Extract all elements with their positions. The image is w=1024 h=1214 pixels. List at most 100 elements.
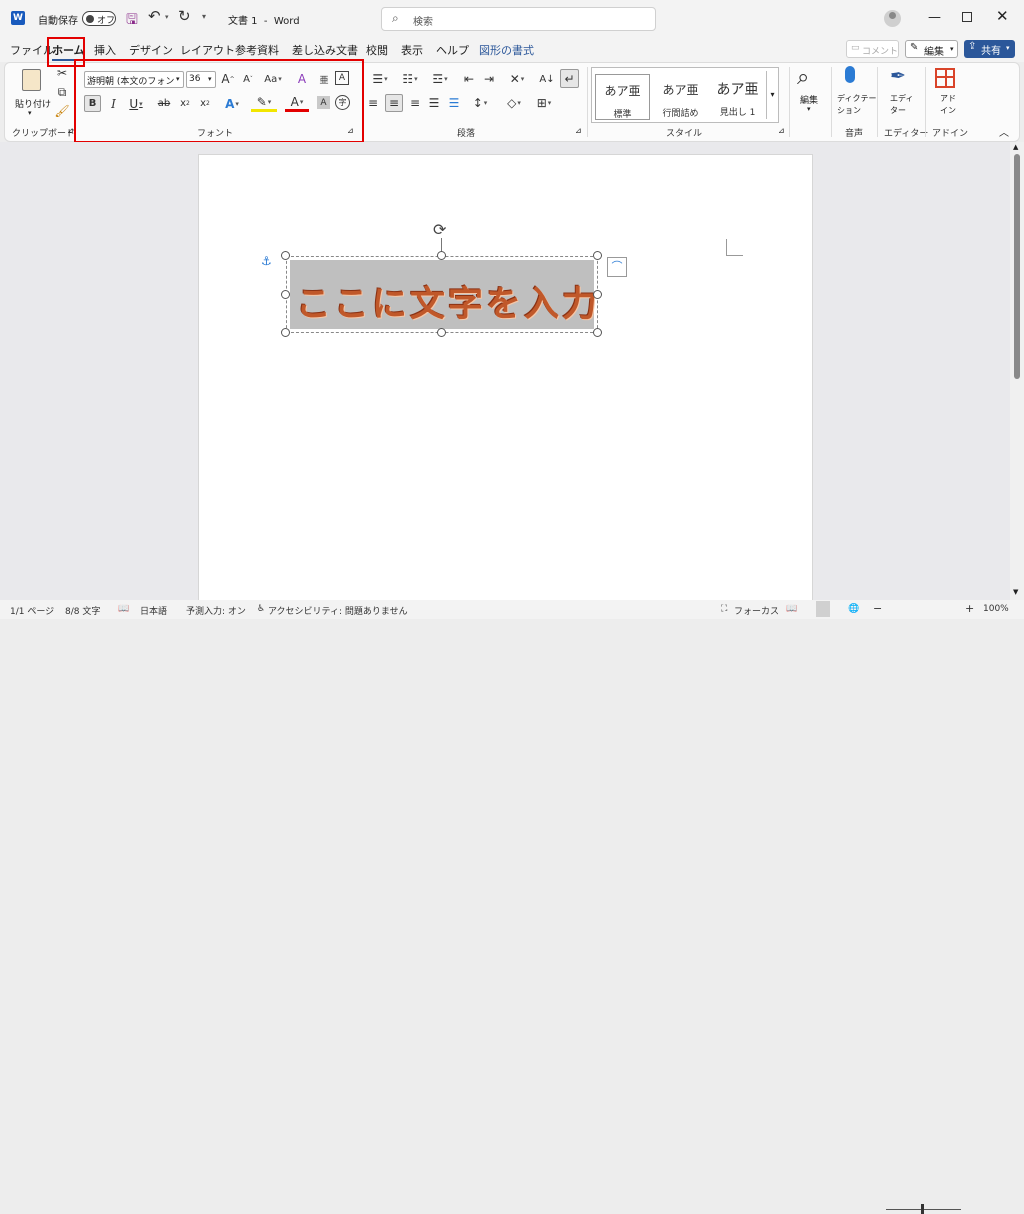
undo-icon[interactable]: ↶ — [148, 7, 161, 25]
tab-view[interactable]: 表示 — [401, 42, 423, 58]
page-count[interactable]: 1/1 ページ — [10, 604, 54, 617]
resize-handle-s[interactable] — [437, 328, 446, 337]
justify-icon[interactable]: ☰ — [426, 95, 442, 111]
proofing-icon[interactable]: 📖 — [118, 604, 129, 614]
focus-button[interactable]: フォーカス — [734, 604, 779, 617]
customize-qat-icon[interactable]: ▾ — [202, 12, 206, 21]
tab-help[interactable]: ヘルプ — [436, 42, 469, 58]
tab-references[interactable]: 参考資料 — [235, 42, 279, 58]
paragraph-launcher-icon[interactable]: ⊿ — [575, 126, 582, 135]
rotate-handle-icon[interactable]: ⟳ — [433, 220, 446, 239]
comment-icon: ▭ — [851, 43, 860, 53]
numbering-icon[interactable]: ☷ ▾ — [397, 71, 423, 87]
editor-icon[interactable]: ✒ — [890, 65, 906, 87]
tab-layout[interactable]: レイアウト — [180, 42, 235, 58]
styles-more-icon[interactable]: ▾ — [766, 71, 778, 119]
text-box[interactable]: ここに文字を入力 — [290, 260, 597, 329]
align-left-icon[interactable]: ≡ — [365, 95, 381, 111]
account-avatar[interactable] — [884, 10, 901, 27]
paste-button[interactable]: 貼り付け ▾ — [13, 67, 51, 119]
pencil-icon: ✎ — [910, 42, 919, 53]
style-preview: あア亜 — [604, 84, 641, 98]
save-icon[interactable]: 🖫 — [126, 9, 138, 33]
scroll-down-icon[interactable]: ▼ — [1013, 588, 1018, 596]
resize-handle-ne[interactable] — [593, 251, 602, 260]
style-no-spacing[interactable]: あア亜 行間詰め — [653, 74, 708, 120]
web-layout-icon[interactable]: 🌐 — [848, 604, 859, 614]
chevron-down-icon[interactable]: ▾ — [807, 105, 811, 113]
borders-icon[interactable]: ⊞ ▾ — [532, 95, 556, 111]
zoom-slider-thumb[interactable] — [921, 1204, 924, 1214]
resize-handle-se[interactable] — [593, 328, 602, 337]
resize-handle-n[interactable] — [437, 251, 446, 260]
resize-handle-e[interactable] — [593, 290, 602, 299]
scroll-up-icon[interactable]: ▲ — [1013, 143, 1018, 151]
addins-grid-icon[interactable] — [935, 68, 955, 88]
cut-icon[interactable]: ✂ — [55, 66, 69, 80]
comment-label: コメント — [862, 47, 899, 57]
text-predictions[interactable]: 予測入力: オン — [186, 604, 246, 617]
share-button[interactable]: ⇪ 共有 ▾ — [964, 40, 1015, 58]
line-spacing-icon[interactable]: ↕ ▾ — [468, 95, 492, 111]
minimize-button[interactable]: — — [928, 10, 941, 25]
undo-dropdown-icon[interactable]: ▾ — [165, 13, 169, 21]
styles-launcher-icon[interactable]: ⊿ — [778, 126, 785, 135]
tab-design[interactable]: デザイン — [129, 42, 173, 58]
format-painter-icon[interactable]: 🖌 — [54, 104, 69, 118]
tab-review[interactable]: 校閲 — [366, 42, 388, 58]
separator — [789, 67, 790, 137]
print-layout-icon[interactable] — [816, 601, 830, 617]
autosave-toggle[interactable]: オフ — [82, 11, 116, 26]
style-normal[interactable]: あア亜 標準 — [595, 74, 650, 120]
align-center-icon[interactable]: ≡ — [385, 94, 403, 112]
title-bar: W 自動保存 オフ 🖫 ↶ ▾ ↻ ▾ 文書 1 - Word ⌕ 検索 — ✕ — [0, 0, 1024, 38]
copy-icon[interactable]: ⧉ — [55, 85, 69, 99]
show-marks-icon[interactable]: ↵ — [560, 69, 579, 88]
zoom-in-button[interactable]: + — [965, 602, 974, 615]
style-heading-1[interactable]: あア亜 見出し 1 — [710, 74, 765, 120]
search-box[interactable]: ⌕ 検索 — [381, 7, 656, 31]
collapse-ribbon-icon[interactable]: ︿ — [999, 124, 1009, 139]
clipboard-launcher-icon[interactable]: ⊿ — [67, 126, 74, 135]
tab-mailings[interactable]: 差し込み文書 — [292, 42, 358, 58]
scroll-thumb[interactable] — [1014, 154, 1020, 379]
resize-handle-sw[interactable] — [281, 328, 290, 337]
zoom-out-button[interactable]: − — [873, 602, 882, 615]
microphone-icon[interactable] — [845, 66, 855, 83]
sort-icon[interactable]: A↓ — [539, 71, 555, 87]
dictate-label[interactable]: ディクテー ション — [837, 93, 876, 117]
decrease-indent-icon[interactable]: ⇤ — [461, 71, 477, 87]
comments-button[interactable]: ▭ コメント — [846, 40, 899, 58]
accessibility-icon: ♿ — [257, 604, 266, 614]
read-mode-icon[interactable]: 📖 — [786, 604, 797, 614]
zoom-level[interactable]: 100% — [983, 604, 1009, 614]
text-box-content[interactable]: ここに文字を入力 — [296, 276, 600, 327]
accessibility-status[interactable]: アクセシビリティ: 問題ありません — [268, 604, 408, 617]
close-button[interactable]: ✕ — [996, 7, 1009, 25]
shading-icon[interactable]: ◇ ▾ — [502, 95, 526, 111]
word-count[interactable]: 8/8 文字 — [65, 604, 100, 617]
search-icon[interactable]: ⌕ — [797, 65, 809, 90]
language-label[interactable]: 日本語 — [140, 604, 167, 617]
document-page[interactable]: ⚓ ⟳ ここに文字を入力 ⌒ — [198, 154, 813, 600]
editing-mode-button[interactable]: ✎ 編集 ▾ — [905, 40, 958, 58]
resize-handle-nw[interactable] — [281, 251, 290, 260]
resize-handle-w[interactable] — [281, 290, 290, 299]
align-right-icon[interactable]: ≡ — [407, 95, 423, 111]
vertical-scrollbar[interactable]: ▲ ▼ — [1010, 142, 1024, 600]
text-box-selection[interactable]: ここに文字を入力 — [286, 256, 598, 333]
increase-indent-icon[interactable]: ⇥ — [481, 71, 497, 87]
status-bar: 1/1 ページ 8/8 文字 📖 日本語 予測入力: オン ♿ アクセシビリティ… — [0, 600, 1024, 1214]
style-preview: あア亜 — [662, 83, 699, 97]
editor-label[interactable]: エディ ター — [890, 93, 913, 117]
tab-shape-format[interactable]: 図形の書式 — [479, 42, 534, 58]
tab-insert[interactable]: 挿入 — [94, 42, 116, 58]
maximize-button[interactable] — [962, 12, 972, 22]
distributed-icon[interactable]: ☰ — [446, 95, 462, 111]
redo-icon[interactable]: ↻ — [178, 7, 191, 25]
asian-layout-icon[interactable]: ✕ ▾ — [505, 71, 529, 87]
addins-label[interactable]: アド イン — [940, 93, 956, 117]
multilevel-list-icon[interactable]: ☲ ▾ — [427, 71, 453, 87]
bullets-icon[interactable]: ☰ ▾ — [367, 71, 393, 87]
layout-options-button[interactable]: ⌒ — [607, 257, 627, 277]
